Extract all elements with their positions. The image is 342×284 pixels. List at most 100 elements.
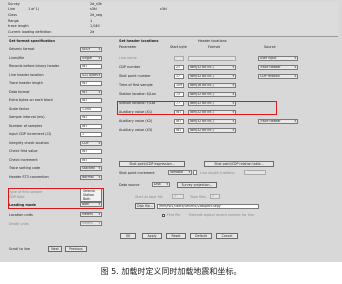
chevron-down-icon: ▾ bbox=[294, 119, 296, 123]
format-select[interactable]: IBM(32 bit int.) ▾ bbox=[188, 65, 236, 70]
previous-button[interactable]: Previous bbox=[65, 246, 87, 252]
next-button[interactable]: Next bbox=[48, 246, 62, 252]
tape-files-field[interactable]: 1 bbox=[210, 194, 220, 199]
survey-value: 2d_s3k bbox=[90, 2, 102, 6]
format-field-input[interactable]: INT bbox=[80, 64, 102, 69]
format-select[interactable]: IBM(32 bit int.) ▾ bbox=[188, 119, 236, 124]
figure-caption: 图 5. 加载时定义同时加载地震和坐标。 bbox=[100, 267, 242, 276]
start-byte-field[interactable]: INT bbox=[174, 119, 184, 124]
highlight-loading-mode bbox=[8, 188, 104, 209]
trace-length-value: 1,040 bbox=[90, 24, 100, 28]
line-length-field[interactable] bbox=[244, 170, 266, 175]
location-units-label: Location units bbox=[9, 213, 33, 217]
chevron-down-icon: ▾ bbox=[98, 140, 100, 145]
start-byte-field[interactable]: 17 bbox=[174, 74, 184, 79]
shot-cdp-expression-button[interactable]: Shot point/CDP expression... bbox=[119, 161, 185, 167]
header-row-label: CDP number bbox=[119, 65, 141, 69]
start-byte-field[interactable]: 109 bbox=[174, 83, 184, 88]
source-select[interactable]: User input ▾ bbox=[258, 56, 298, 61]
format-select[interactable]: IBM(32 bit int.) ▾ bbox=[188, 74, 236, 79]
line-value: s3kl bbox=[90, 7, 97, 11]
default-button[interactable]: Default bbox=[190, 233, 212, 239]
start-byte-field[interactable] bbox=[174, 56, 184, 61]
data-source-select[interactable]: Disk ▾ bbox=[152, 182, 170, 187]
format-select[interactable]: IBM(32 bit int.) ▾ bbox=[188, 128, 236, 133]
chevron-down-icon: ▾ bbox=[232, 119, 234, 123]
shot-point-increment-field[interactable] bbox=[193, 170, 197, 175]
format-field-input[interactable]: INT bbox=[80, 149, 102, 154]
loading-dialog: Survey 2d_s3k Line 1 of 1) s3kl s3kl Cla… bbox=[0, 0, 342, 262]
format-field-select[interactable]: 411 bytes ▾ bbox=[80, 72, 102, 78]
tape-files-label: Tape files bbox=[190, 195, 206, 199]
source-select[interactable]: CDP relation ▾ bbox=[258, 74, 298, 79]
source-select[interactable]: Trace header ▾ bbox=[258, 65, 298, 70]
chevron-down-icon: ▾ bbox=[232, 74, 234, 78]
survey-label: Survey bbox=[8, 2, 20, 6]
format-field-input[interactable]: 1.000 bbox=[80, 106, 102, 112]
first-file-label: First file bbox=[167, 213, 181, 217]
start-byte-field[interactable]: INT bbox=[174, 128, 184, 133]
format-field-select[interactable]: CDP ▾ bbox=[80, 140, 102, 146]
ok-button[interactable]: OK bbox=[120, 233, 136, 239]
format-select[interactable] bbox=[188, 56, 236, 61]
format-field-input[interactable]: INT bbox=[80, 115, 102, 120]
format-field-select[interactable]: SEGY ▾ bbox=[80, 47, 102, 52]
right-heading: Set header locations bbox=[119, 39, 159, 43]
chevron-down-icon: ▾ bbox=[98, 166, 100, 170]
format-field-select[interactable]: Stacked ▾ bbox=[80, 166, 102, 171]
survey-projection-button[interactable]: Survey projection... bbox=[177, 182, 217, 188]
cancel-button[interactable]: Cancel bbox=[216, 233, 238, 239]
chevron-down-icon: ▾ bbox=[294, 56, 296, 60]
header-row-label: Time of first sample bbox=[119, 83, 153, 87]
chevron-down-icon: ▾ bbox=[98, 55, 100, 60]
format-field-input[interactable]: INT bbox=[80, 98, 102, 103]
format-select[interactable]: IBM(16 bit int.) ▾ bbox=[188, 83, 236, 88]
chevron-down-icon: ▾ bbox=[98, 72, 100, 77]
start-byte-field[interactable]: 73 bbox=[174, 92, 184, 97]
line-extra: s3kl bbox=[160, 7, 167, 11]
chevron-down-icon: ▾ bbox=[98, 47, 100, 51]
col-format: Format bbox=[208, 45, 220, 49]
disk-file-button[interactable]: Disk file... bbox=[135, 203, 155, 209]
disk-file-field[interactable]: /mnt/hp1/users/Seismic/2dsspect.segy bbox=[157, 204, 259, 209]
left-heading: Set format specification bbox=[9, 39, 55, 43]
col-start-byte: Start byte bbox=[170, 45, 187, 49]
line-label: Line bbox=[8, 7, 16, 11]
start-at-tape-file-field[interactable]: 1 bbox=[172, 194, 184, 199]
format-field-label: Check first value bbox=[9, 149, 38, 153]
format-field-select[interactable]: Single ▾ bbox=[80, 55, 102, 61]
divider bbox=[8, 36, 338, 37]
data-source-label: Data source bbox=[119, 183, 140, 187]
format-field-select[interactable]: Normal ▾ bbox=[80, 174, 102, 180]
format-field-input[interactable]: 1 bbox=[80, 132, 102, 137]
scroll-to-line-label: Scroll to line bbox=[9, 247, 30, 251]
depth-units-select[interactable]: Meters ▾ bbox=[80, 221, 102, 226]
header-row-label: Auxiliary value (X2) bbox=[119, 119, 153, 123]
shot-cdp-table-button[interactable]: Shot point/CDP relation table... bbox=[204, 161, 274, 167]
format-field-label: Number of samples bbox=[9, 123, 43, 128]
format-field-select[interactable]: INT ▾ bbox=[80, 89, 102, 95]
class-value: 2d_seg bbox=[90, 13, 103, 17]
header-row-label: Line name bbox=[119, 56, 137, 60]
shot-point-increment-select[interactable]: Variable ▾ bbox=[168, 170, 192, 175]
chevron-down-icon: ▾ bbox=[232, 83, 234, 87]
format-field-label: Line header location bbox=[9, 72, 44, 77]
range-value: 1 bbox=[90, 19, 93, 23]
format-field-input[interactable]: INT bbox=[80, 123, 102, 129]
format-select[interactable]: IBM(32 bit int.) ▾ bbox=[188, 92, 236, 97]
source-select[interactable]: Trace header ▾ bbox=[258, 119, 298, 124]
range-label: Range bbox=[8, 19, 19, 23]
format-field-label: Data format bbox=[9, 89, 30, 94]
apply-button[interactable]: Apply bbox=[142, 233, 162, 239]
extends-label: Extends logical record number for line bbox=[189, 213, 254, 217]
format-field-input[interactable]: INT bbox=[80, 81, 102, 86]
start-byte-field[interactable]: 21 bbox=[174, 65, 184, 70]
format-field-label: Sample interval (ms) bbox=[9, 115, 45, 119]
location-units-select[interactable]: Meters ▾ bbox=[80, 212, 102, 217]
first-file-checkbox[interactable] bbox=[162, 214, 165, 217]
line-of: 1 of 1) bbox=[28, 7, 40, 11]
chevron-down-icon: ▾ bbox=[98, 89, 100, 94]
depth-units-label: Depth units bbox=[9, 222, 29, 226]
format-field-input[interactable]: INT bbox=[80, 157, 102, 163]
reset-button[interactable]: Reset bbox=[166, 233, 186, 239]
